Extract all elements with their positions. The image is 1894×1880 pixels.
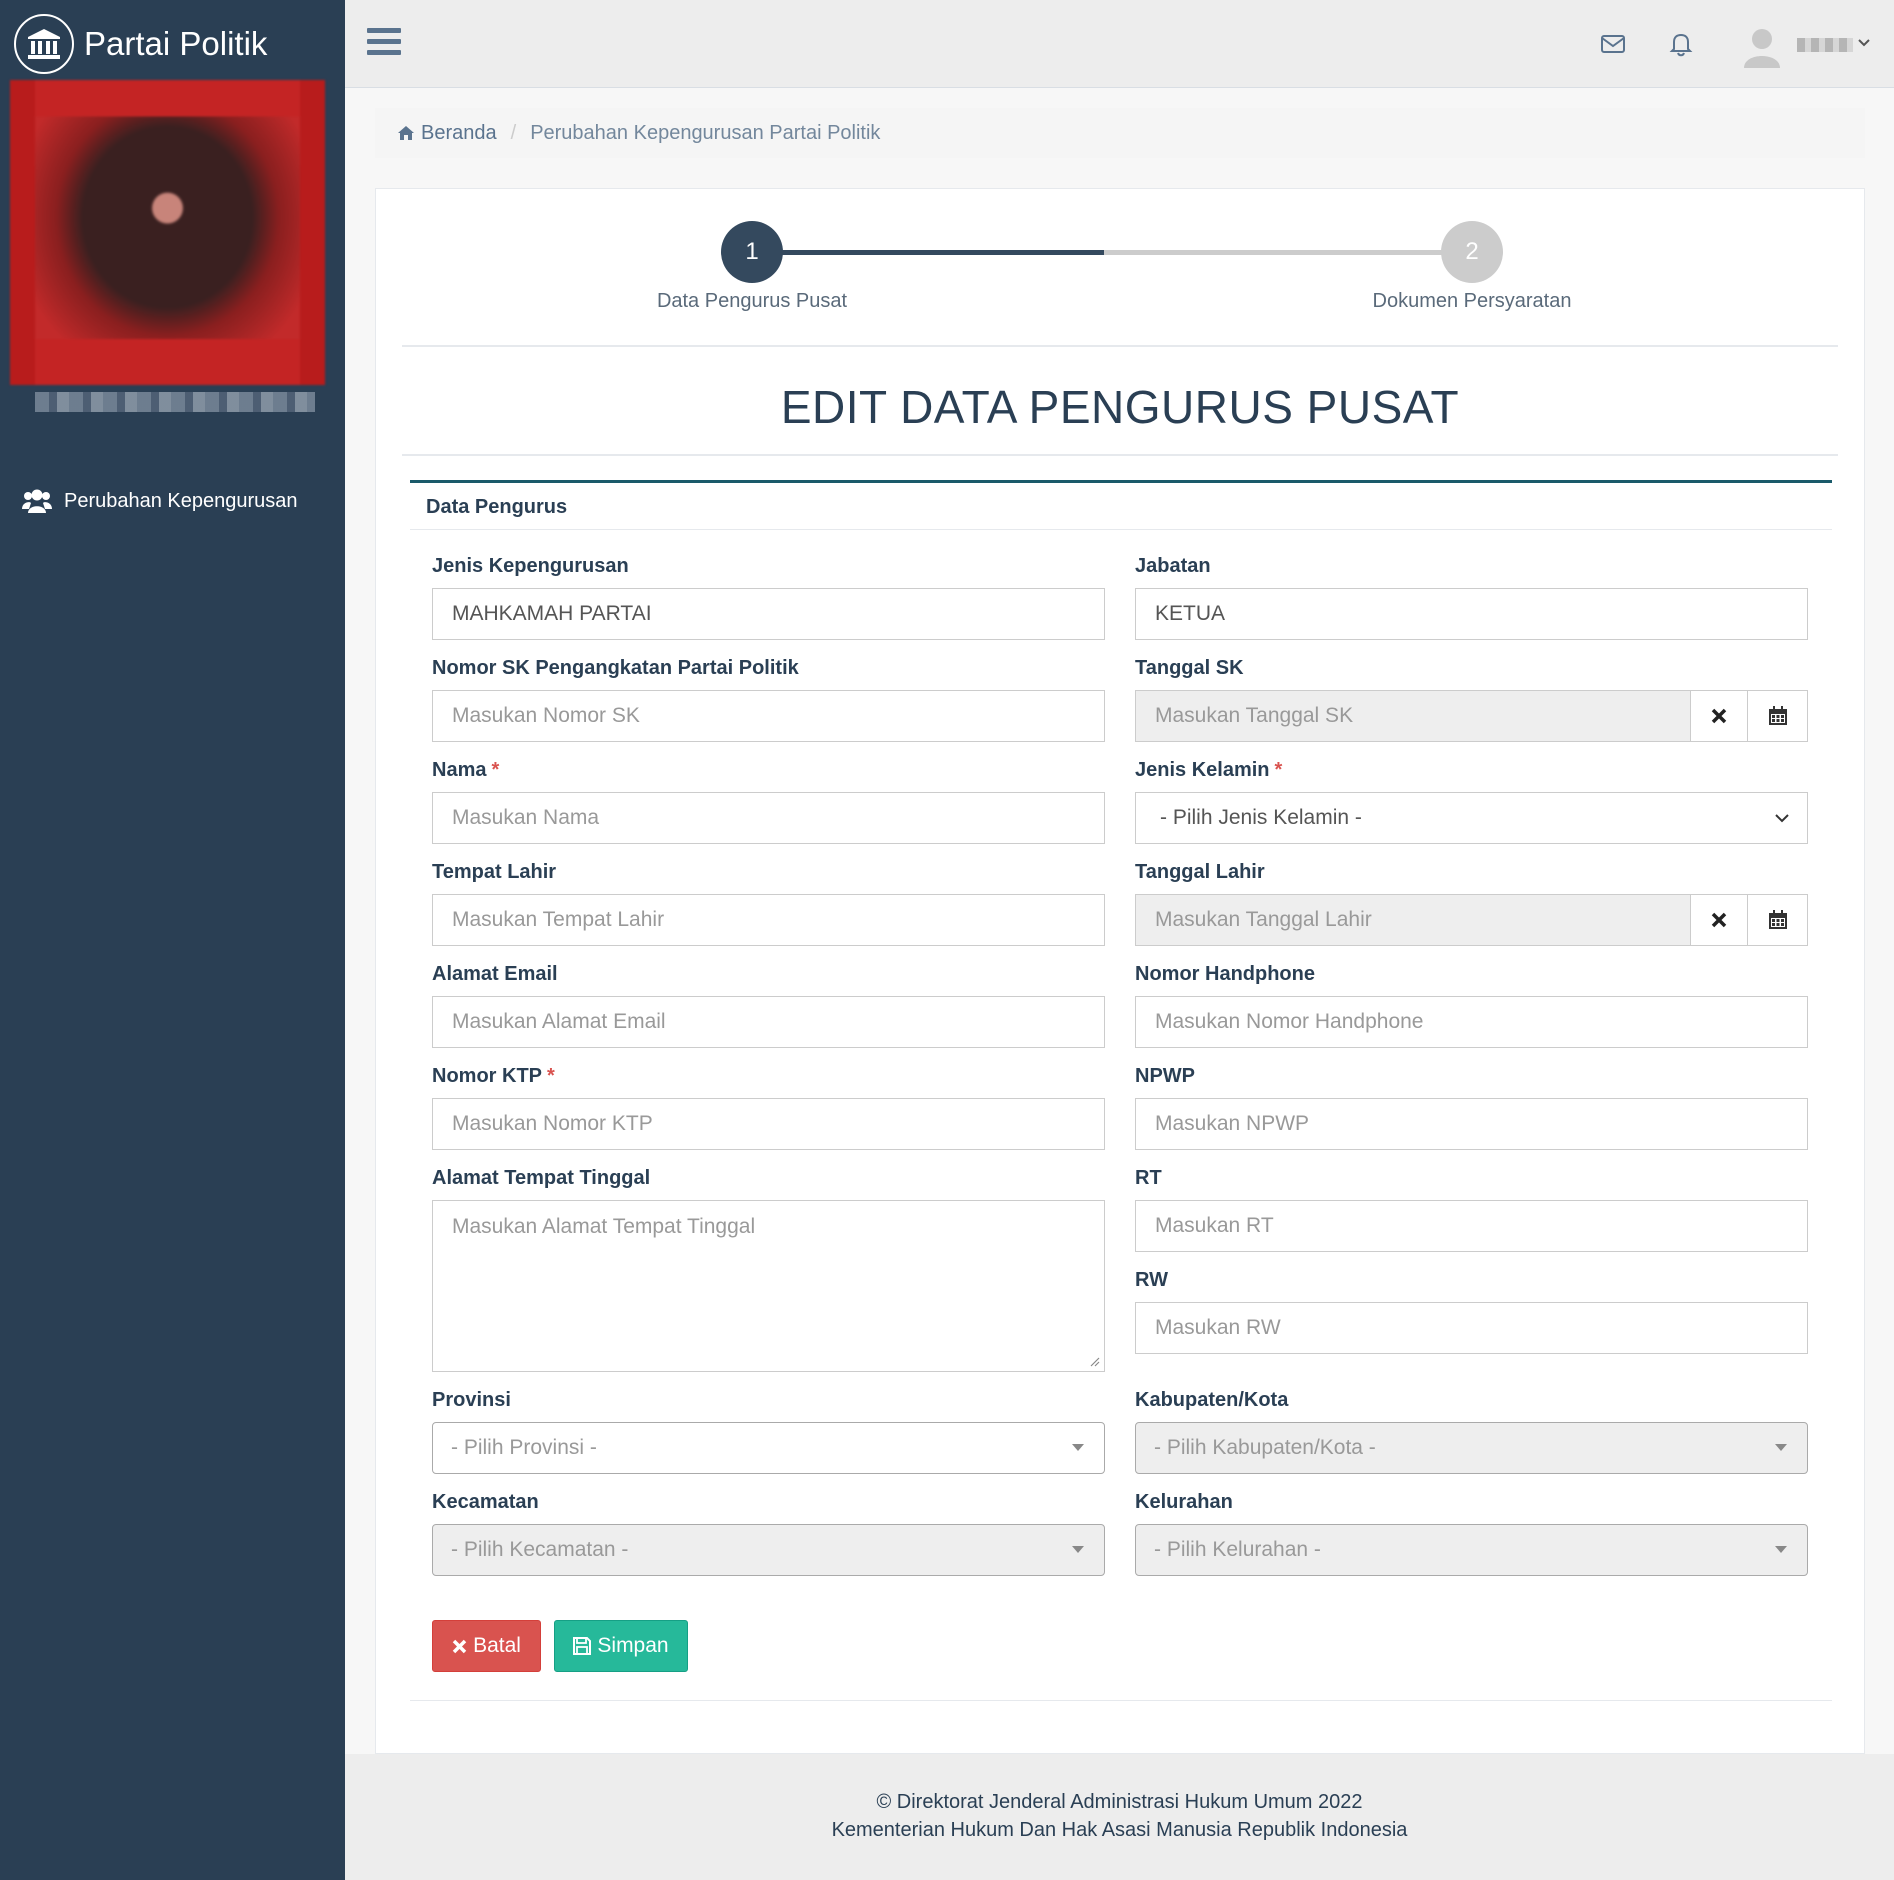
chevron-down-icon [1775, 814, 1789, 823]
provinsi-label: Provinsi [432, 1389, 511, 1411]
page-title: EDIT DATA PENGURUS PUSAT [780, 381, 1460, 433]
alamat-textarea[interactable] [432, 1200, 1105, 1372]
home-icon [398, 126, 414, 140]
tanggal-lahir-label: Tanggal Lahir [1135, 861, 1265, 883]
nomor-sk-input[interactable] [432, 690, 1105, 742]
footer-line-2: Kementerian Hukum Dan Hak Asasi Manusia … [831, 1819, 1408, 1841]
wizard-step-1-label: Data Pengurus Pusat [656, 290, 848, 312]
calendar-icon [1768, 910, 1787, 929]
required-indicator: * [547, 1065, 555, 1087]
bars-icon[interactable] [367, 28, 401, 58]
ktp-label: Nomor KTP * [432, 1065, 555, 1087]
footer-line-1: © Direktorat Jenderal Administrasi Hukum… [876, 1791, 1363, 1813]
tanggal-sk-input[interactable] [1135, 690, 1691, 742]
nama-input[interactable] [432, 792, 1105, 844]
footer: © Direktorat Jenderal Administrasi Hukum… [345, 1754, 1894, 1880]
close-icon [452, 1639, 467, 1653]
divider [410, 1700, 1832, 1701]
wizard-step-1[interactable]: 1 [721, 221, 783, 283]
caret-down-icon [1775, 1546, 1787, 1553]
profile-image [10, 80, 325, 385]
breadcrumb-separator: / [510, 121, 517, 144]
calendar-icon [1768, 706, 1787, 725]
npwp-input[interactable] [1135, 1098, 1808, 1150]
breadcrumb-home[interactable]: Beranda [397, 122, 497, 145]
jenis-kepengurusan-label: Jenis Kepengurusan [432, 555, 629, 577]
kelurahan-select[interactable]: - Pilih Kelurahan - [1135, 1524, 1808, 1576]
calendar-tanggal-lahir-button[interactable] [1747, 894, 1808, 946]
kecamatan-label: Kecamatan [432, 1491, 539, 1513]
close-icon [1711, 708, 1727, 724]
email-label: Alamat Email [432, 963, 558, 985]
wizard-progress-active [752, 250, 1104, 255]
handphone-input[interactable] [1135, 996, 1808, 1048]
jenis-kelamin-select[interactable]: - Pilih Jenis Kelamin - [1135, 792, 1808, 844]
rw-input[interactable] [1135, 1302, 1808, 1354]
rt-input[interactable] [1135, 1200, 1808, 1252]
kabupaten-select[interactable]: - Pilih Kabupaten/Kota - [1135, 1422, 1808, 1474]
tanggal-lahir-input[interactable] [1135, 894, 1691, 946]
sidebar-item-perubahan-kepengurusan[interactable]: Perubahan Kepengurusan [22, 487, 298, 515]
caret-down-icon [1072, 1546, 1084, 1553]
jabatan-input[interactable] [1135, 588, 1808, 640]
close-icon [1711, 912, 1727, 928]
wizard-step-2[interactable]: 2 [1441, 221, 1503, 283]
batal-button[interactable]: Batal [432, 1620, 541, 1672]
sidebar: Partai Politik Perubahan Kepengurusan [0, 0, 345, 1880]
npwp-label: NPWP [1135, 1065, 1195, 1087]
save-icon [573, 1637, 592, 1655]
resize-handle-icon[interactable] [1088, 1355, 1100, 1367]
envelope-icon[interactable] [1599, 30, 1627, 58]
nomor-sk-label: Nomor SK Pengangkatan Partai Politik [432, 657, 799, 679]
required-indicator: * [1274, 759, 1283, 781]
jenis-kepengurusan-input[interactable] [432, 588, 1105, 640]
wizard-step-2-label: Dokumen Persyaratan [1372, 290, 1572, 312]
rt-label: RT [1135, 1167, 1162, 1189]
bell-icon[interactable] [1667, 30, 1695, 58]
section-accent-bar [410, 480, 1832, 483]
user-avatar[interactable] [1740, 24, 1784, 68]
kecamatan-select[interactable]: - Pilih Kecamatan - [432, 1524, 1105, 1576]
email-input[interactable] [432, 996, 1105, 1048]
chevron-down-icon[interactable] [1857, 36, 1871, 50]
username-redacted[interactable] [1797, 38, 1853, 52]
sidebar-item-label: Perubahan Kepengurusan [64, 489, 298, 512]
caret-down-icon [1072, 1444, 1084, 1451]
kabupaten-label: Kabupaten/Kota [1135, 1389, 1289, 1411]
brand-title: Partai Politik [84, 25, 268, 62]
clear-tanggal-sk-button[interactable] [1690, 690, 1748, 742]
tanggal-sk-label: Tanggal SK [1135, 657, 1244, 679]
tempat-lahir-input[interactable] [432, 894, 1105, 946]
users-icon [22, 489, 52, 513]
clear-tanggal-lahir-button[interactable] [1690, 894, 1748, 946]
divider [402, 345, 1838, 347]
ktp-input[interactable] [432, 1098, 1105, 1150]
jenis-kelamin-label: Jenis Kelamin * [1135, 759, 1283, 781]
kelurahan-label: Kelurahan [1135, 1491, 1233, 1513]
rw-label: RW [1135, 1269, 1168, 1291]
breadcrumb: Beranda / Perubahan Kepengurusan Partai … [375, 108, 1865, 158]
provinsi-select[interactable]: - Pilih Provinsi - [432, 1422, 1105, 1474]
alamat-label: Alamat Tempat Tinggal [432, 1167, 651, 1189]
simpan-button[interactable]: Simpan [554, 1620, 688, 1672]
nama-label: Nama * [432, 759, 500, 781]
tempat-lahir-label: Tempat Lahir [432, 861, 557, 883]
top-navbar [345, 0, 1894, 88]
section-title: Data Pengurus [426, 496, 568, 518]
breadcrumb-current: Perubahan Kepengurusan Partai Politik [530, 121, 881, 144]
brand[interactable]: Partai Politik [0, 0, 345, 88]
bank-icon [14, 14, 74, 74]
calendar-tanggal-sk-button[interactable] [1747, 690, 1808, 742]
profile-name-redacted [35, 392, 315, 412]
jabatan-label: Jabatan [1135, 555, 1211, 577]
wizard-progress-inactive [1104, 250, 1472, 255]
handphone-label: Nomor Handphone [1135, 963, 1315, 985]
divider [402, 454, 1838, 456]
required-indicator: * [491, 759, 500, 781]
caret-down-icon [1775, 1444, 1787, 1451]
section-divider [410, 529, 1832, 530]
